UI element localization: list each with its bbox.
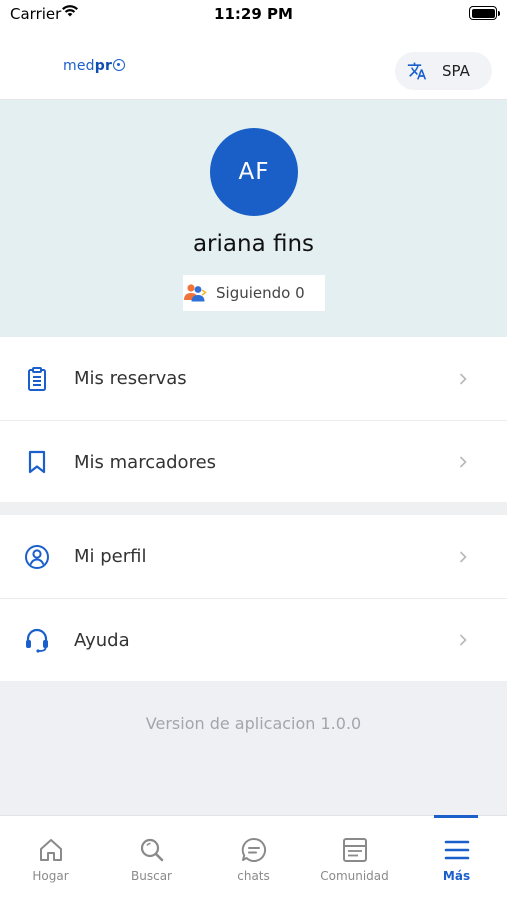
- menu-group-bookings: Mis reservas Mis marcadores: [0, 337, 507, 502]
- group-divider: [0, 502, 507, 515]
- tab-bar: Hogar Buscar chats Comunidad Más: [0, 815, 507, 900]
- chevron-right-icon: [459, 634, 467, 646]
- tab-label-hogar: Hogar: [32, 869, 69, 883]
- menu-item-perfil[interactable]: Mi perfil: [0, 515, 507, 598]
- tab-label-mas: Más: [442, 869, 471, 883]
- bookmark-icon: [28, 450, 46, 474]
- language-label: SPA: [442, 62, 470, 80]
- profile-name: ariana fins: [192, 231, 315, 257]
- chat-icon: [241, 837, 266, 862]
- avatar-initials: AF: [238, 159, 270, 185]
- avatar[interactable]: AF: [210, 128, 298, 216]
- translate-icon: [407, 62, 427, 80]
- menu-item-marcadores[interactable]: Mis marcadores: [0, 420, 507, 503]
- menu-item-ayuda[interactable]: Ayuda: [0, 598, 507, 681]
- following-label: Siguiendo 0: [216, 284, 305, 302]
- chevron-right-icon: [459, 456, 467, 468]
- medpro-logo[interactable]: medpr: [63, 58, 126, 74]
- menu-label-reservas: Mis reservas: [74, 368, 187, 389]
- menu-item-reservas[interactable]: Mis reservas: [0, 337, 507, 420]
- app-version: Version de aplicacion 1.0.0: [145, 714, 362, 733]
- users-icon: [184, 284, 207, 302]
- status-time: 11:29 PM: [214, 5, 293, 23]
- language-button[interactable]: SPA: [395, 52, 492, 90]
- headset-icon: [26, 628, 48, 653]
- logo-text-pro: pr: [94, 58, 113, 74]
- chevron-right-icon: [459, 372, 467, 385]
- tab-buscar[interactable]: Buscar: [101, 816, 202, 901]
- logo-badge-icon: [113, 59, 126, 71]
- profile-section: AF ariana fins Siguiendo 0: [0, 100, 507, 337]
- tab-comunidad[interactable]: Comunidad: [304, 816, 405, 901]
- home-icon: [39, 839, 62, 861]
- menu-label-perfil: Mi perfil: [74, 546, 147, 567]
- tab-chats[interactable]: chats: [203, 816, 304, 901]
- footer-area: Version de aplicacion 1.0.0: [0, 681, 507, 815]
- tab-hogar[interactable]: Hogar: [0, 816, 101, 901]
- tab-label-buscar: Buscar: [131, 869, 172, 883]
- menu-group-account: Mi perfil Ayuda: [0, 515, 507, 681]
- tab-mas[interactable]: Más: [406, 816, 507, 901]
- logo-text-med: med: [63, 58, 95, 74]
- status-bar: Carrier 11:29 PM: [0, 0, 507, 30]
- community-icon: [342, 838, 367, 862]
- active-tab-indicator: [434, 815, 478, 818]
- following-chip[interactable]: Siguiendo 0: [183, 275, 325, 311]
- menu-icon: [444, 840, 469, 860]
- clipboard-icon: [28, 366, 46, 391]
- user-circle-icon: [25, 544, 49, 569]
- menu-label-marcadores: Mis marcadores: [74, 451, 217, 473]
- battery-icon: [469, 6, 500, 20]
- chevron-right-icon: [459, 550, 467, 563]
- tab-label-comunidad: Comunidad: [320, 869, 389, 883]
- menu-label-ayuda: Ayuda: [74, 629, 130, 651]
- tab-label-chats: chats: [237, 869, 270, 883]
- search-icon: [140, 838, 163, 862]
- app-header: medpr SPA: [0, 30, 507, 100]
